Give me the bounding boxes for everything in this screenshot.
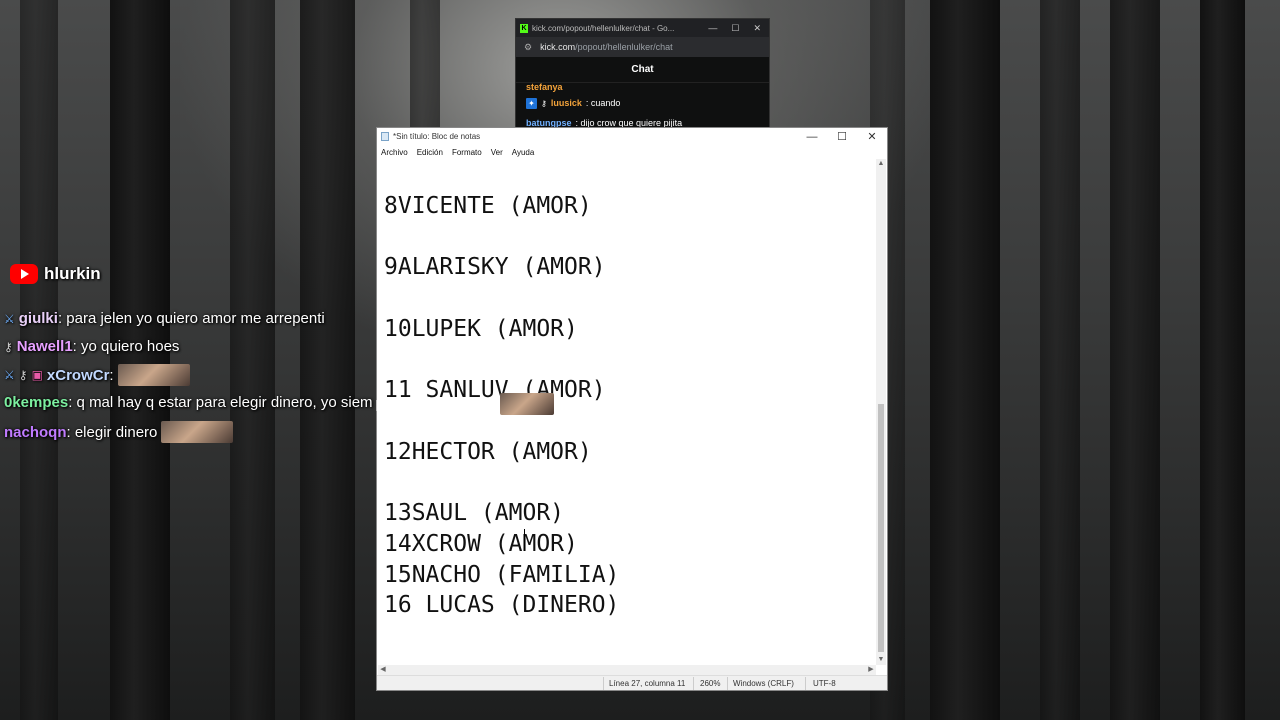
menu-formato[interactable]: Formato: [452, 148, 482, 157]
overlay-message: 0kempes: q mal hay q estar para elegir d…: [4, 394, 373, 411]
minimize-icon[interactable]: —: [797, 131, 827, 143]
text-line: 16 LUCAS (DINERO): [384, 592, 620, 618]
scroll-down-icon[interactable]: ▼: [876, 655, 886, 665]
channel-name: hlurkin: [44, 264, 101, 283]
kick-chat-header: Chat: [516, 57, 769, 83]
sword-icon: ⚔: [4, 311, 15, 326]
zoom-level: 260%: [700, 679, 721, 688]
overlay-message-user: nachoqn: [4, 423, 67, 441]
menu-archivo[interactable]: Archivo: [381, 148, 408, 157]
cursor-position: Línea 27, columna 11: [609, 679, 686, 688]
scroll-up-icon[interactable]: ▲: [876, 159, 886, 169]
scroll-left-icon[interactable]: ◀: [378, 665, 388, 675]
vertical-scrollbar[interactable]: ▲ ▼: [876, 159, 886, 665]
overlay-message-text: : elegir dinero: [66, 423, 158, 441]
kick-message-text: : cuando: [585, 98, 621, 108]
site-settings-icon[interactable]: ⚙: [524, 42, 532, 53]
youtube-icon: [10, 264, 38, 284]
overlay-message-text: :: [109, 366, 114, 384]
text-line: 12HECTOR (AMOR): [384, 439, 592, 465]
minimize-icon[interactable]: —: [708, 23, 717, 34]
notepad-text-area[interactable]: 8VICENTE (AMOR) 9ALARISKY (AMOR) 10LUPEK…: [378, 159, 876, 679]
overlay-message-continuation: pre eligina familia: [375, 395, 492, 412]
kick-message: stefanya: [516, 81, 769, 93]
kick-message-user[interactable]: luusick: [551, 98, 582, 108]
text-line: 14XCROW (AMOR): [384, 531, 578, 557]
overlay-message-text: : yo quiero hoes: [72, 338, 180, 355]
overlay-message-user: giulki: [18, 310, 58, 327]
scrollbar-thumb[interactable]: [878, 404, 884, 652]
emote-image: [500, 393, 554, 415]
key-icon: ⚷: [541, 98, 547, 108]
kick-message: ✦ ⚷ luusick: cuando: [516, 93, 769, 113]
overlay-message: ⚔ ⚷ ▣ xCrowCr:: [4, 364, 190, 386]
text-line: 15NACHO (FAMILIA): [384, 562, 620, 588]
text-line: 8VICENTE (AMOR): [384, 193, 592, 219]
text-line: 9ALARISKY (AMOR): [384, 254, 606, 280]
sword-icon: ⚔: [4, 368, 15, 382]
overlay-message-text: : q mal hay q estar para elegir dinero, …: [68, 394, 373, 411]
overlay-message-text: : para jelen yo quiero amor me arrepenti: [57, 310, 325, 327]
notepad-titlebar[interactable]: *Sin título: Bloc de notas — ☐ ✕: [377, 128, 887, 145]
maximize-icon[interactable]: ☐: [731, 23, 739, 34]
overlay-message-user: xCrowCr: [46, 366, 110, 384]
menu-ayuda[interactable]: Ayuda: [512, 148, 535, 157]
close-icon[interactable]: ✕: [753, 23, 761, 34]
notepad-app-icon: [381, 132, 389, 141]
overlay-message-user: Nawell1: [16, 338, 73, 355]
key-icon: ⚷: [18, 368, 28, 382]
maximize-icon[interactable]: ☐: [827, 130, 857, 143]
emote-image: [161, 421, 234, 443]
text-line: 10LUPEK (AMOR): [384, 316, 578, 342]
badge-icon: ✦: [526, 97, 537, 109]
overlay-message: ⚷ Nawell1: yo quiero hoes: [4, 338, 179, 355]
scroll-right-icon[interactable]: ▶: [866, 665, 876, 675]
emote-image: [117, 364, 190, 386]
notepad-statusbar: Línea 27, columna 11 260% Windows (CRLF)…: [377, 675, 887, 690]
url-text: kick.com/popout/hellenlulker/chat: [540, 42, 673, 52]
kick-window-title: kick.com/popout/hellenlulker/chat - Go..…: [532, 23, 675, 33]
overlay-message: ⚔ giulki: para jelen yo quiero amor me a…: [4, 310, 325, 327]
kick-window-titlebar[interactable]: K kick.com/popout/hellenlulker/chat - Go…: [516, 19, 769, 37]
menu-edicion[interactable]: Edición: [417, 148, 443, 157]
menu-ver[interactable]: Ver: [491, 148, 503, 157]
notepad-menubar: Archivo Edición Formato Ver Ayuda: [377, 145, 887, 159]
close-icon[interactable]: ✕: [857, 130, 887, 143]
overlay-message-user: 0kempes: [4, 394, 69, 411]
line-endings: Windows (CRLF): [733, 679, 794, 688]
gift-icon: ▣: [31, 368, 43, 382]
encoding: UTF-8: [813, 679, 836, 688]
text-caret: [524, 529, 525, 551]
kick-url-bar[interactable]: ⚙ kick.com/popout/hellenlulker/chat: [516, 37, 769, 57]
horizontal-scrollbar[interactable]: ◀ ▶: [378, 665, 876, 675]
overlay-message: nachoqn: elegir dinero: [4, 421, 234, 443]
notepad-title: *Sin título: Bloc de notas: [393, 132, 481, 141]
text-line: 13SAUL (AMOR): [384, 500, 565, 526]
key-icon: ⚷: [4, 339, 13, 354]
kick-message-user[interactable]: stefanya: [526, 82, 563, 92]
kick-logo-icon: K: [520, 23, 528, 33]
kick-chat-window: K kick.com/popout/hellenlulker/chat - Go…: [515, 18, 770, 130]
channel-badge: hlurkin: [10, 264, 101, 284]
